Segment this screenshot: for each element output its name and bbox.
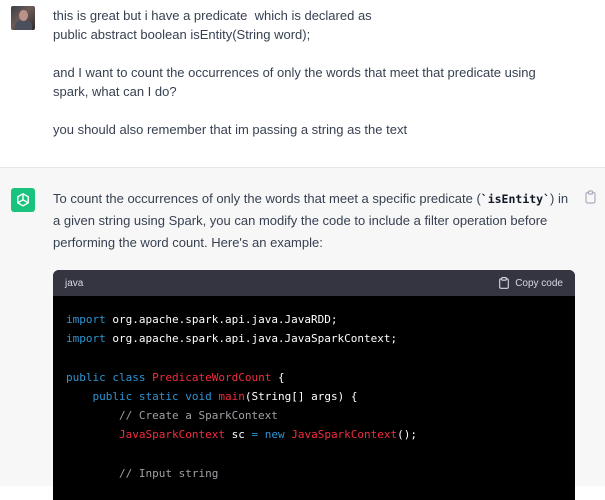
user-avatar bbox=[11, 6, 35, 30]
copy-code-button[interactable]: Copy code bbox=[499, 277, 563, 289]
clipboard-icon bbox=[499, 277, 510, 289]
code-line-7: // Input string bbox=[118, 466, 219, 480]
assistant-intro: To count the occurrences of only the wor… bbox=[53, 188, 573, 254]
code-line-1: import org.apache.spark.api.java.JavaRDD… bbox=[66, 313, 338, 326]
code-line-4: public static void main(String[] args) { bbox=[92, 389, 358, 403]
user-message-text: this is great but i have a predicate whi… bbox=[53, 6, 573, 139]
code-block-header: java Copy code bbox=[53, 270, 575, 296]
code-content[interactable]: import org.apache.spark.api.java.JavaRDD… bbox=[53, 296, 575, 483]
code-line-blank-2 bbox=[66, 444, 562, 463]
intro-text-before: To count the occurrences of only the wor… bbox=[53, 191, 481, 206]
code-block: java Copy code import org.apache.spark.a… bbox=[53, 270, 575, 500]
code-language-label: java bbox=[65, 277, 84, 289]
user-line-2: public abstract boolean isEntity(String … bbox=[53, 27, 311, 42]
inline-code-isentity: `isEntity` bbox=[480, 192, 551, 206]
chatgpt-logo-icon bbox=[11, 188, 35, 212]
user-line-4: you should also remember that im passing… bbox=[53, 122, 408, 137]
user-line-1: this is great but i have a predicate whi… bbox=[53, 8, 372, 23]
code-line-5: // Create a SparkContext bbox=[118, 409, 278, 423]
code-line-3: public class PredicateWordCount { bbox=[66, 370, 285, 384]
code-line-blank-1 bbox=[66, 348, 562, 367]
user-message: this is great but i have a predicate whi… bbox=[0, 0, 605, 168]
user-line-3: and I want to count the occurrences of o… bbox=[53, 65, 540, 99]
copy-code-label: Copy code bbox=[515, 277, 563, 289]
code-line-2: import org.apache.spark.api.java.JavaSpa… bbox=[66, 332, 398, 346]
code-line-6: JavaSparkContext sc = new JavaSparkConte… bbox=[118, 428, 418, 442]
assistant-message-text: To count the occurrences of only the wor… bbox=[53, 188, 573, 254]
copy-message-icon[interactable] bbox=[585, 190, 597, 204]
assistant-message: To count the occurrences of only the wor… bbox=[0, 168, 605, 500]
